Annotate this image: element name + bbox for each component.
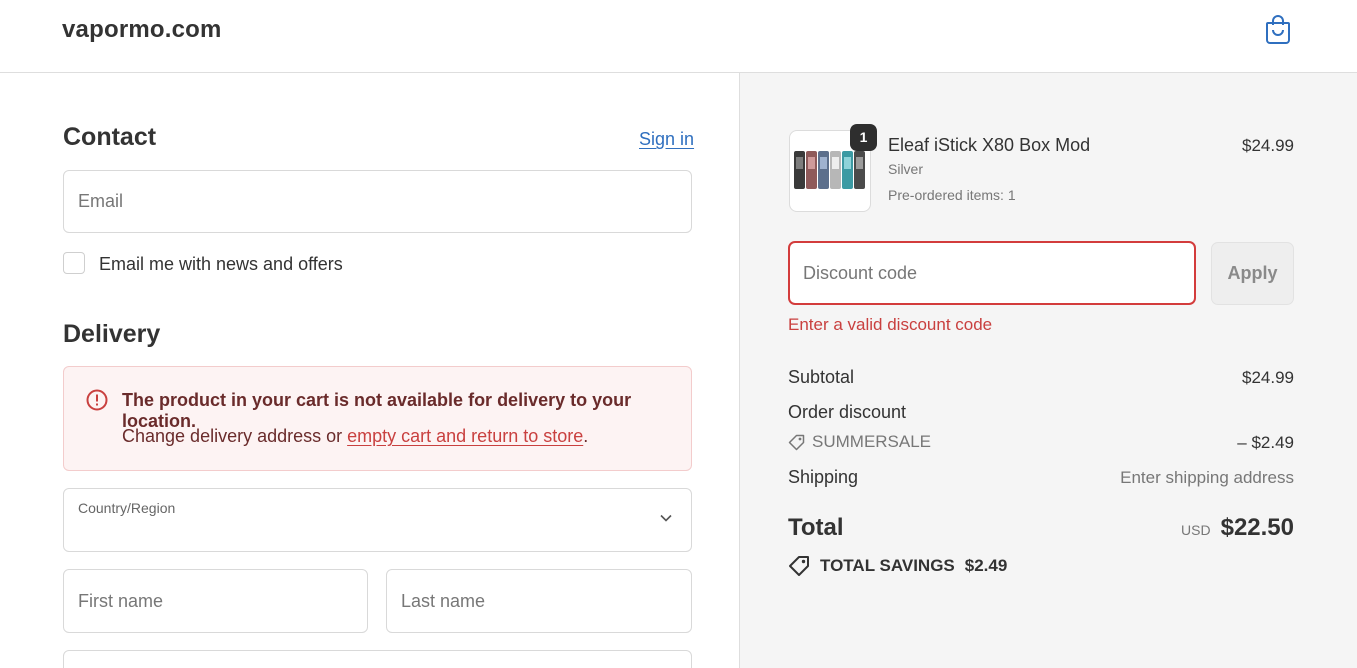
product-variant: Silver [888,161,924,177]
email-input[interactable] [64,171,691,232]
last-name-field[interactable] [386,569,692,633]
preorder-note: Pre-ordered items: 1 [888,187,1016,203]
savings-tag-icon [789,556,809,576]
product-name: Eleaf iStick X80 Box Mod [888,135,1091,155]
country-region-label: Country/Region [78,500,176,516]
total-label: Total [788,514,844,541]
discount-code-field[interactable] [788,241,1196,305]
address-field[interactable] [63,650,692,668]
discount-code-input[interactable] [790,243,1194,303]
savings-label: TOTAL SAVINGS [820,556,955,575]
discount-code-name: SUMMERSALE [812,432,932,451]
product-price: $24.99 [1242,136,1294,155]
last-name-input[interactable] [387,570,691,632]
alert-circle-icon [86,389,108,411]
checkout-form: Contact Sign in Email me with news and o… [0,73,739,668]
first-name-field[interactable] [63,569,368,633]
shopping-bag-icon[interactable] [1264,14,1292,44]
subtotal-value: $24.99 [1242,368,1294,387]
alert-body: Change delivery address or empty cart an… [122,426,588,447]
discount-value: – $2.49 [1237,433,1294,452]
store-brand[interactable]: vapormo.com [62,16,222,44]
subtotal-label: Subtotal [788,367,855,387]
applied-discount-code: SUMMERSALE [788,432,931,452]
chevron-down-icon [660,514,672,522]
email-field[interactable] [63,170,692,233]
alert-body-prefix: Change delivery address or [122,426,348,446]
total-amount: $22.50 [1220,514,1294,541]
contact-heading: Contact [63,123,157,151]
shipping-value: Enter shipping address [1120,468,1294,487]
currency-code: USD [1181,522,1211,538]
alert-body-suffix: . [583,426,589,446]
sign-in-link[interactable]: Sign in [639,129,694,150]
first-name-input[interactable] [64,570,367,632]
shipping-label: Shipping [788,467,859,487]
newsletter-label: Email me with news and offers [99,254,343,274]
delivery-heading: Delivery [63,320,161,348]
product-thumbnail: 1 [789,124,877,212]
delivery-unavailable-alert: The product in your cart is not availabl… [63,366,692,471]
empty-cart-link[interactable]: empty cart and return to store [347,426,583,446]
total-amount-group: USD $22.50 [1181,514,1294,542]
total-savings: TOTAL SAVINGS $2.49 [788,555,1007,577]
tag-icon [788,434,805,450]
newsletter-checkbox[interactable] [63,252,85,274]
order-discount-label: Order discount [788,402,907,422]
quantity-badge: 1 [850,124,877,151]
order-summary: 1 Eleaf iStick X80 Box Mod Silver Pre-or… [739,73,1357,668]
savings-value: $2.49 [964,556,1008,575]
discount-error-message: Enter a valid discount code [788,315,993,334]
apply-discount-button[interactable]: Apply [1211,242,1294,305]
country-region-select[interactable]: Country/Region [63,488,692,552]
site-header: vapormo.com [0,0,1357,73]
